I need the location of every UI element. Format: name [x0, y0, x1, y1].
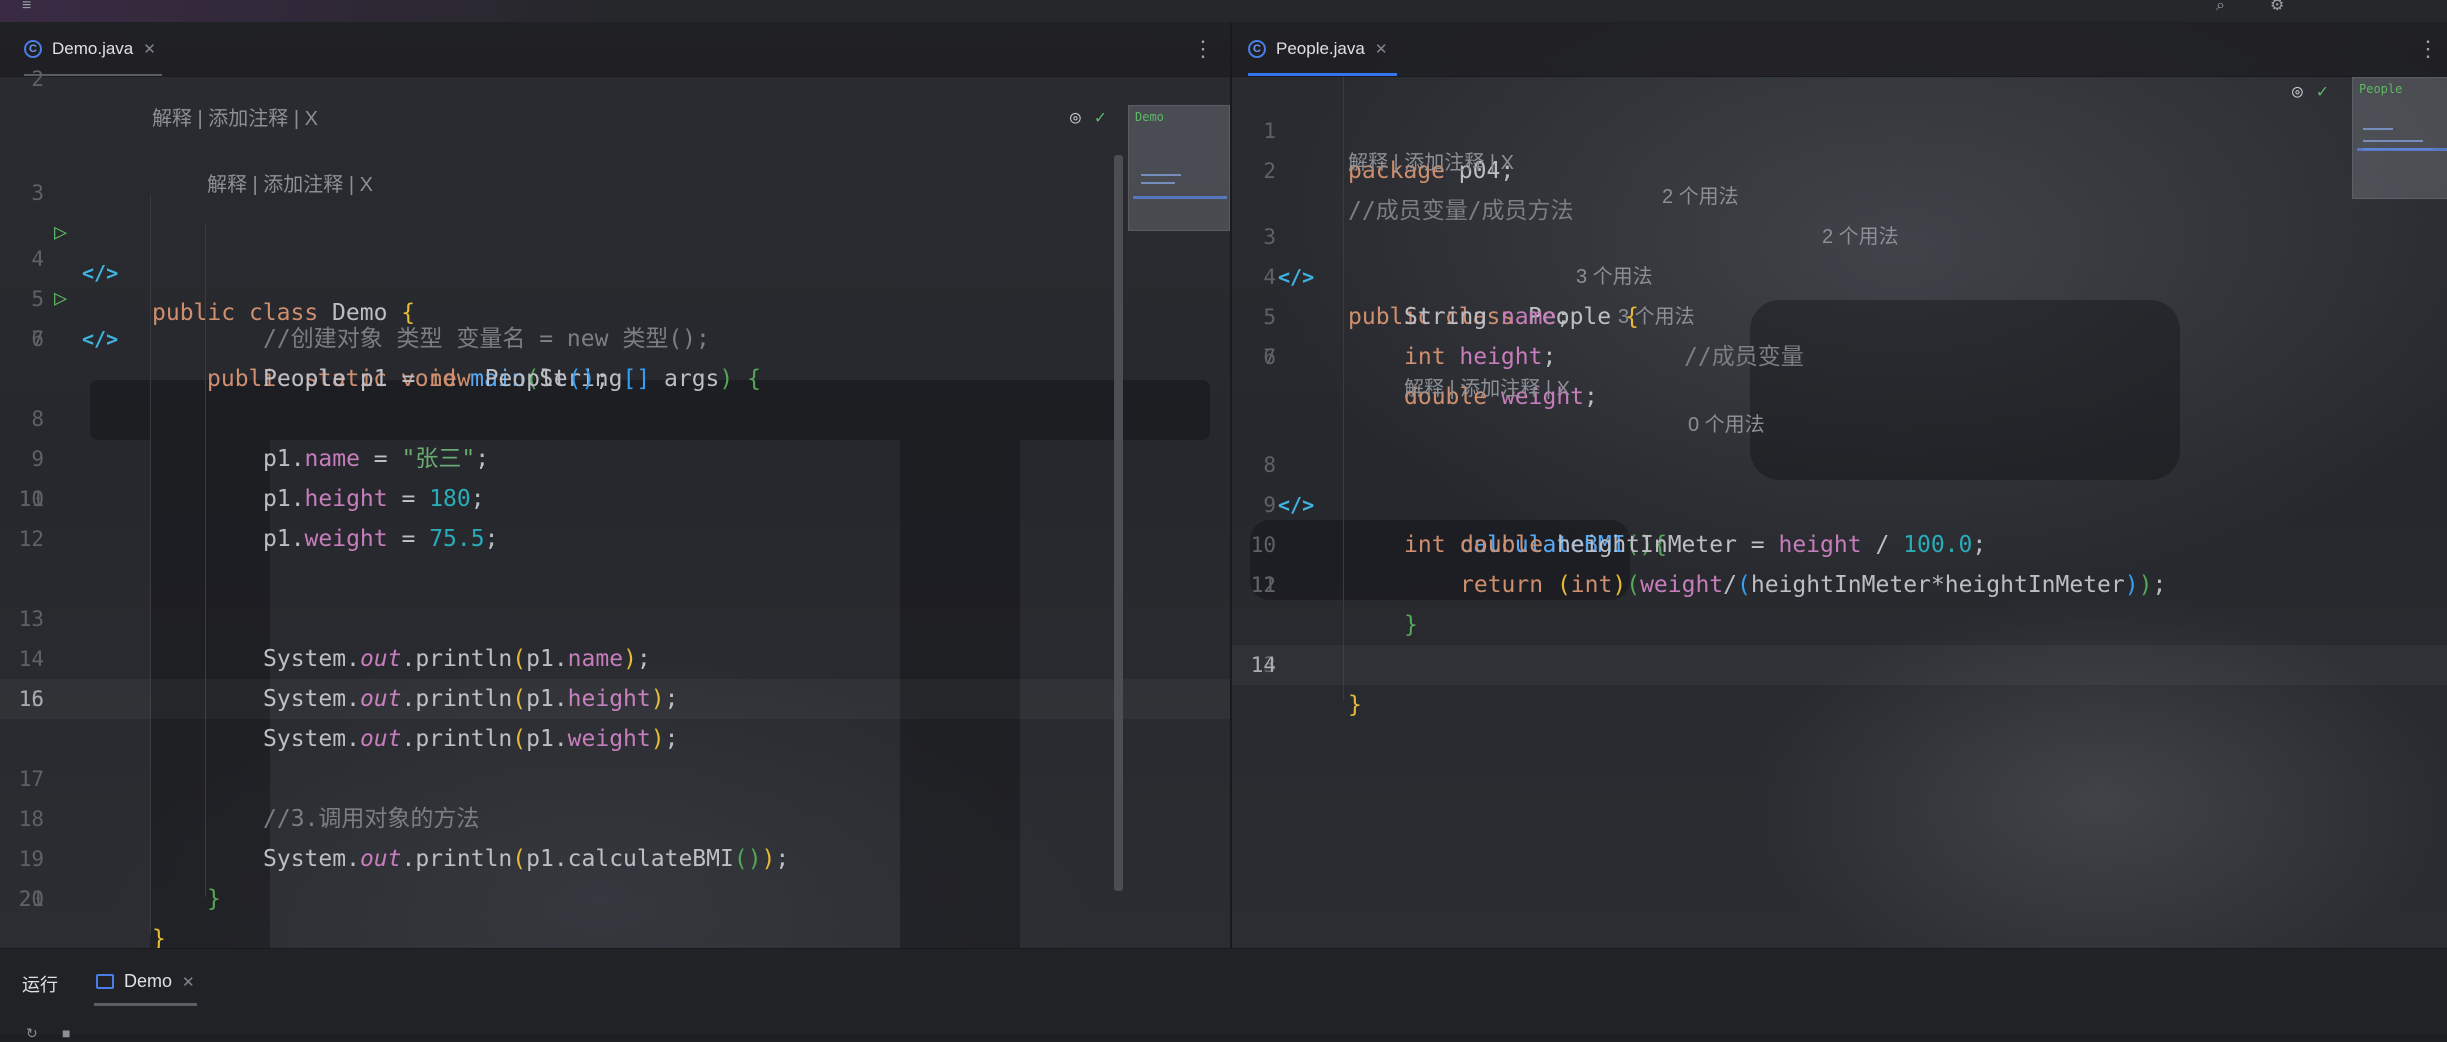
line-number: 7 [31, 327, 44, 351]
close-icon[interactable]: ✕ [182, 973, 195, 991]
rerun-icon[interactable]: ↻ [26, 1025, 38, 1042]
line-number: 12 [18, 527, 44, 551]
eye-off-icon[interactable]: ◎ [2292, 81, 2303, 102]
usage-hint[interactable]: 2 个用法 [1822, 221, 1899, 253]
line-number: 7 [1263, 345, 1276, 369]
line-number: 21 [18, 887, 44, 911]
ai-hint[interactable]: 解释 | 添加注释 | X [1348, 147, 1514, 179]
gear-icon[interactable]: ⚙ [2270, 0, 2284, 14]
brace: } [1348, 692, 1362, 718]
inspection-widget[interactable]: ◎ ✓ [2292, 81, 2328, 102]
usage-hint[interactable]: 3 个用法 [1618, 301, 1695, 333]
tab-label: People.java [1276, 39, 1365, 58]
line-number: 16 [18, 687, 44, 711]
minimap[interactable]: People [2352, 77, 2447, 199]
editor-pane-people: C People.java ✕ ⋮ 1 package p04; 2 //成员变… [1232, 22, 2447, 948]
line-number: 11 [18, 487, 44, 511]
run-panel-title: 运行 [22, 975, 58, 995]
line-number: 14 [1250, 653, 1276, 677]
editor-tab-bar: C People.java ✕ ⋮ [1232, 22, 2447, 77]
code-editor-people[interactable]: 1 package p04; 2 //成员变量/成员方法 解释 | 添加注释 |… [1232, 77, 2447, 948]
java-class-icon: C [24, 40, 42, 58]
minimap-title: Demo [1135, 110, 1164, 124]
ai-hint[interactable]: 解释 | 添加注释 | X [207, 169, 373, 201]
run-tool-window: 运行 Demo ✕ ↻ ■ [0, 948, 2447, 1041]
line-number: 12 [1250, 573, 1276, 597]
line-number: 2 [31, 67, 44, 91]
usage-hint[interactable]: 2 个用法 [1662, 181, 1739, 213]
close-icon[interactable]: ✕ [1375, 40, 1388, 58]
tab-people-java[interactable]: C People.java ✕ [1248, 22, 1398, 76]
run-tab-demo[interactable]: Demo ✕ [94, 971, 197, 1006]
editor-pane-demo: C Demo.java ✕ ⋮ 2 解释 | 添加注释 | X 3 ▷ </> … [0, 22, 1230, 952]
inspection-widget[interactable]: ◎ ✓ [1070, 107, 1106, 128]
ai-hint[interactable]: 解释 | 添加注释 | X [152, 103, 318, 135]
scrollbar-thumb[interactable] [1114, 155, 1123, 891]
run-tab-label: Demo [124, 971, 173, 991]
menu-icon[interactable]: ≡ [22, 0, 31, 14]
minimap-title: People [2359, 82, 2403, 96]
check-icon: ✓ [1094, 107, 1106, 128]
minimap[interactable]: Demo [1128, 105, 1230, 231]
java-class-icon: C [1248, 40, 1266, 58]
split-divider[interactable] [1230, 22, 1232, 948]
title-bar: ≡ ⌕ ⚙ [0, 0, 2447, 22]
usage-hint[interactable]: 0 个用法 [1688, 409, 1765, 441]
search-icon[interactable]: ⌕ [2216, 0, 2225, 14]
close-icon[interactable]: ✕ [143, 40, 156, 58]
check-icon: ✓ [2316, 81, 2328, 102]
eye-off-icon[interactable]: ◎ [1070, 107, 1081, 128]
run-config-icon [96, 974, 114, 989]
code-editor-demo[interactable]: 2 解释 | 添加注释 | X 3 ▷ </> public class Dem… [0, 67, 1230, 952]
usage-hint[interactable]: 3 个用法 [1576, 261, 1653, 293]
tab-label: Demo.java [52, 39, 134, 58]
more-icon[interactable]: ⋮ [2417, 36, 2439, 62]
stop-icon[interactable]: ■ [62, 1025, 70, 1041]
ai-hint[interactable]: 解释 | 添加注释 | X [1404, 373, 1570, 405]
